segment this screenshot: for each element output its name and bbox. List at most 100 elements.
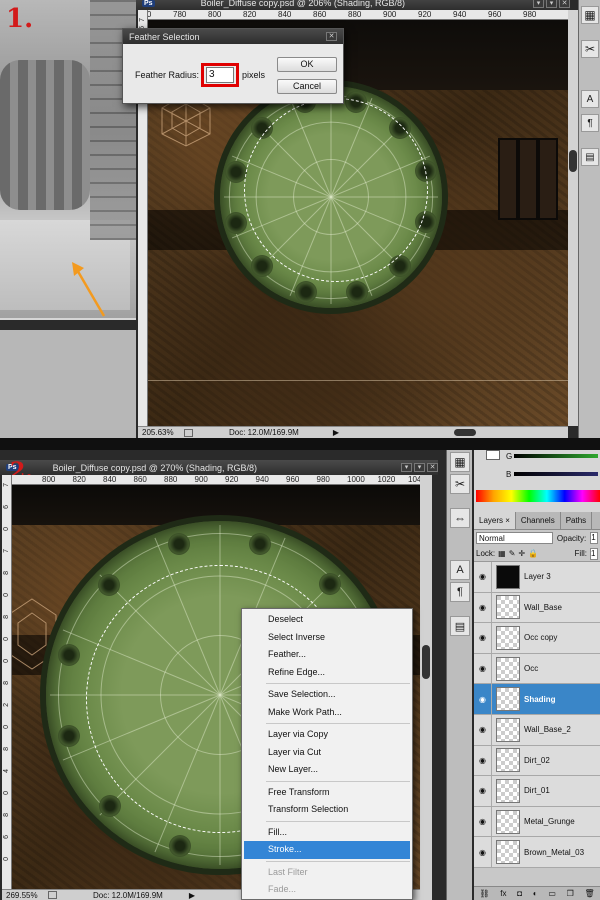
cancel-button[interactable]: Cancel (277, 79, 337, 94)
bottom-v-scrollbar[interactable] (420, 475, 432, 900)
visibility-eye-icon[interactable]: ◉ (474, 653, 492, 684)
ruler-tick-label: 880 (348, 10, 362, 19)
lock-position-icon[interactable]: ✛ (518, 549, 525, 558)
tab-channels[interactable]: Channels (516, 512, 561, 529)
lock-all-icon[interactable]: 🔒 (528, 549, 538, 558)
type-tool-icon[interactable]: A (581, 90, 599, 108)
panel-icon[interactable]: ▤ (581, 148, 599, 166)
fill-input[interactable]: 1 (590, 547, 598, 560)
maximize-button-2[interactable]: ▾ (414, 463, 425, 472)
layer-row[interactable]: ◉ Dirt_01 (474, 776, 600, 807)
top-h-scroll-thumb[interactable] (454, 429, 476, 436)
top-zoom-level[interactable]: 205.63% (142, 428, 178, 437)
opacity-input[interactable]: 1 (590, 532, 598, 544)
mask-icon[interactable]: ◘ (517, 889, 522, 898)
layer-row[interactable]: ◉ Shading (474, 684, 600, 715)
panel-icon-2[interactable]: ▤ (450, 616, 470, 636)
menu-item-fill[interactable]: Fill... (242, 824, 412, 842)
trash-icon[interactable]: 🗑 (584, 889, 594, 898)
ruler-tick-label: 7 (139, 18, 146, 22)
link-icon[interactable]: ⛓ (479, 889, 489, 898)
layer-row[interactable]: ◉ Occ copy (474, 623, 600, 654)
minimize-button[interactable]: ▾ (533, 0, 544, 8)
feather-radius-input[interactable]: 3 (206, 67, 234, 83)
menu-item-select-inverse[interactable]: Select Inverse (242, 629, 412, 647)
adjustment-icon[interactable]: ◐ (533, 889, 538, 898)
ruler-tick-label: 820 (243, 10, 257, 19)
tab-layers[interactable]: Layers × (474, 512, 516, 529)
menu-item-save-selection[interactable]: Save Selection... (242, 686, 412, 704)
menu-item-layer-via-cut[interactable]: Layer via Cut (242, 744, 412, 762)
top-v-scrollbar[interactable] (568, 10, 578, 426)
visibility-eye-icon[interactable]: ◉ (474, 806, 492, 837)
ruler-tick-label: 8 (3, 747, 10, 751)
menu-item-refine-edge[interactable]: Refine Edge... (242, 664, 412, 682)
maximize-button[interactable]: ▾ (546, 0, 557, 8)
new-layer-icon[interactable]: ❐ (567, 889, 574, 898)
tool-toggle-5[interactable]: ⇔ (450, 508, 470, 528)
g-channel-slider[interactable] (514, 454, 598, 458)
ok-button[interactable]: OK (277, 57, 337, 72)
layer-row[interactable]: ◉ Dirt_02 (474, 745, 600, 777)
status-menu-arrow-icon[interactable]: ▶ (333, 428, 339, 437)
menu-item-make-work-path[interactable]: Make Work Path... (242, 704, 412, 722)
layer-row[interactable]: ◉ Wall_Base_2 (474, 714, 600, 746)
dialog-close-icon[interactable]: ✕ (326, 32, 337, 41)
layer-row[interactable]: ◉ Metal_Grunge (474, 806, 600, 838)
spectrum-bar[interactable] (476, 490, 600, 502)
tool-toggle-1[interactable]: ▦ (581, 6, 599, 24)
ruler-tick-label: 880 (164, 475, 178, 484)
ruler-tick-label: 0 (3, 527, 10, 531)
bottom-zoom-level[interactable]: 269.55% (6, 891, 42, 900)
menu-item-free-transform[interactable]: Free Transform (242, 784, 412, 802)
color-panel: G B (474, 450, 600, 512)
tool-toggle-4[interactable]: ✂ (450, 474, 470, 494)
menu-item-transform-selection[interactable]: Transform Selection (242, 801, 412, 819)
ruler-tick-label: 8 (3, 571, 10, 575)
lock-pixels-icon[interactable]: ✎ (509, 549, 516, 558)
paragraph-tool-icon-2[interactable]: ¶ (450, 582, 470, 602)
feather-unit-label: pixels (242, 70, 266, 80)
menu-item-stroke[interactable]: Stroke... (244, 841, 410, 859)
layer-thumbnail (496, 717, 520, 742)
close-button[interactable]: ✕ (559, 0, 570, 8)
folder-icon[interactable]: ▭ (548, 889, 556, 898)
visibility-eye-icon[interactable]: ◉ (474, 592, 492, 623)
layer-row[interactable]: ◉ Occ (474, 653, 600, 685)
visibility-eye-icon[interactable]: ◉ (474, 837, 492, 867)
close-button-2[interactable]: ✕ (427, 463, 438, 472)
lock-transparency-icon[interactable]: ▦ (498, 549, 506, 558)
menu-item-layer-via-copy[interactable]: Layer via Copy (242, 726, 412, 744)
visibility-eye-icon[interactable]: ◉ (474, 745, 492, 776)
visibility-eye-icon[interactable]: ◉ (474, 714, 492, 745)
menu-item-new-layer[interactable]: New Layer... (242, 761, 412, 779)
layer-name: Layer 3 (524, 572, 551, 582)
paragraph-tool-icon[interactable]: ¶ (581, 114, 599, 132)
ruler-tick-label: 4 (3, 769, 10, 773)
visibility-eye-icon[interactable]: ◉ (474, 684, 492, 714)
visibility-eye-icon[interactable]: ◉ (474, 776, 492, 806)
fx-icon[interactable]: fx (500, 889, 506, 898)
b-channel-slider[interactable] (514, 472, 598, 476)
bottom-document-title: Boiler_Diffuse copy.psd @ 270% (Shading,… (52, 462, 257, 473)
photo-scrollbar[interactable] (0, 318, 136, 320)
foreground-color-swatch[interactable] (486, 450, 500, 460)
menu-item-feather[interactable]: Feather... (242, 646, 412, 664)
ruler-tick-label: 780 (173, 10, 187, 19)
ruler-tick-label: 940 (255, 475, 269, 484)
menu-item-deselect[interactable]: Deselect (242, 611, 412, 629)
type-tool-icon-2[interactable]: A (450, 560, 470, 580)
visibility-eye-icon[interactable]: ◉ (474, 562, 492, 592)
tool-toggle-3[interactable]: ▦ (450, 452, 470, 472)
status-menu-arrow-icon-2[interactable]: ▶ (189, 891, 195, 900)
tab-paths[interactable]: Paths (561, 512, 593, 529)
layer-row[interactable]: ◉ Layer 3 (474, 562, 600, 593)
minimize-button-2[interactable]: ▾ (401, 463, 412, 472)
tool-toggle-2[interactable]: ✂ (581, 40, 599, 58)
visibility-eye-icon[interactable]: ◉ (474, 623, 492, 653)
ruler-tick-label: 6 (3, 505, 10, 509)
layer-row[interactable]: ◉ Brown_Metal_03 (474, 837, 600, 868)
blend-mode-select[interactable]: Normal (476, 532, 553, 544)
layer-row[interactable]: ◉ Wall_Base (474, 592, 600, 624)
ruler-tick-label: 920 (225, 475, 239, 484)
